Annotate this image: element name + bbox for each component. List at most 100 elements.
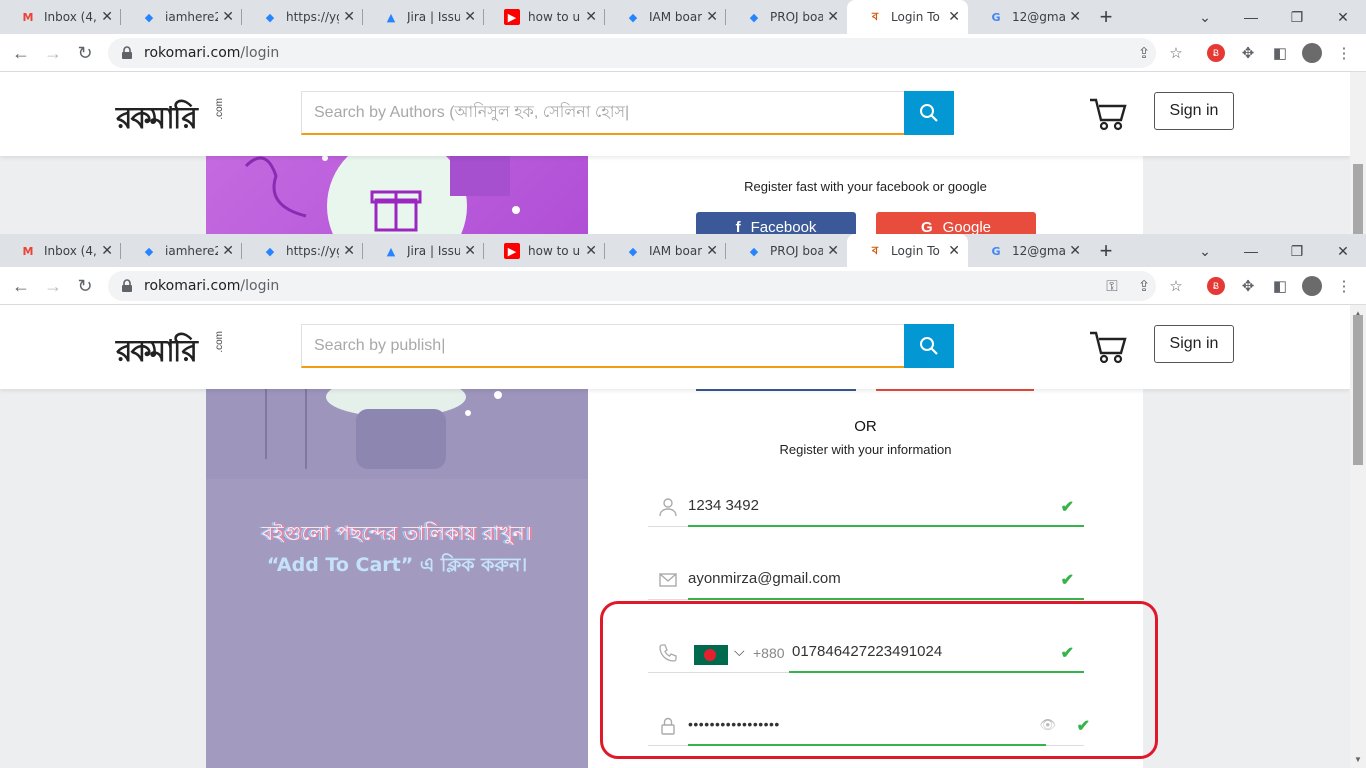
profile-avatar-2[interactable] xyxy=(1301,275,1323,297)
browser-tab[interactable]: G 12@gmail.✕ xyxy=(968,0,1089,34)
jira-icon: ◆ xyxy=(144,244,154,258)
browser-tab[interactable]: ▲ Jira | Issue✕ xyxy=(363,0,484,34)
tab-title: Jira | Issue xyxy=(407,10,461,24)
promo-illustration-2 xyxy=(206,389,588,479)
tab-close-icon[interactable]: ✕ xyxy=(464,9,476,25)
browser-tab-2[interactable]: ▲ Jira | Issue✕ xyxy=(363,234,484,268)
tab-close-icon[interactable]: ✕ xyxy=(343,243,355,259)
minimize-icon-2[interactable]: — xyxy=(1236,234,1266,268)
extension-badge-icon-2[interactable]: Ƀ xyxy=(1205,275,1227,297)
extensions-puzzle-icon-2[interactable]: ✥ xyxy=(1237,275,1259,297)
search-placeholder-2: Search by publish| xyxy=(314,336,446,354)
browser-tab-2[interactable]: ব Login To R ✕ xyxy=(847,234,968,268)
gmail-icon: M xyxy=(22,244,34,258)
back-icon[interactable]: ← xyxy=(8,40,34,66)
rokomari-logo[interactable]: রকমারি .com xyxy=(116,94,226,136)
menu-kebab-icon-2[interactable]: ⋮ xyxy=(1333,275,1355,297)
browser-tab[interactable]: ◆ IAM board ✕ xyxy=(605,0,726,34)
share-icon[interactable]: ⇪ xyxy=(1133,42,1155,64)
restore-icon[interactable]: ❐ xyxy=(1282,0,1312,34)
jira-icon: ◆ xyxy=(628,244,638,258)
tab-close-icon[interactable]: ✕ xyxy=(948,9,960,25)
email-field[interactable]: ayonmirza@gmail.com ✔ xyxy=(648,560,1084,600)
bookmark-star-icon-2[interactable]: ☆ xyxy=(1165,275,1187,297)
tab-close-icon[interactable]: ✕ xyxy=(101,9,113,25)
browser-tab-2[interactable]: ◆ IAM board ✕ xyxy=(605,234,726,268)
tab-title: Inbox (4,15 xyxy=(44,10,97,24)
url-field[interactable]: rokomari.com/login xyxy=(108,38,1156,68)
scrollbar-top[interactable] xyxy=(1350,72,1366,234)
url-field-2[interactable]: rokomari.com/login xyxy=(108,271,1156,301)
tab-close-icon[interactable]: ✕ xyxy=(343,9,355,25)
tab-close-icon[interactable]: ✕ xyxy=(827,9,839,25)
reload-icon[interactable]: ↻ xyxy=(72,40,98,66)
tab-search-icon-2[interactable]: ⌄ xyxy=(1190,234,1220,268)
search-button[interactable] xyxy=(904,91,954,135)
browser-tab-2[interactable]: ◆ iamhere23✕ xyxy=(121,234,242,268)
browser-tab[interactable]: ◆ iamhere23✕ xyxy=(121,0,242,34)
tab-close-icon[interactable]: ✕ xyxy=(222,9,234,25)
reload-icon-2[interactable]: ↻ xyxy=(72,273,98,299)
tab-close-icon[interactable]: ✕ xyxy=(585,243,597,259)
browser-tab[interactable]: ▶ how to upl ✕ xyxy=(484,0,605,34)
extension-badge-icon[interactable]: Ƀ xyxy=(1205,42,1227,64)
back-icon-2[interactable]: ← xyxy=(8,273,34,299)
tab-close-icon[interactable]: ✕ xyxy=(706,243,718,259)
menu-kebab-icon[interactable]: ⋮ xyxy=(1333,42,1355,64)
browser-tab-2[interactable]: G 12@gmail.✕ xyxy=(968,234,1089,268)
close-window-icon-2[interactable]: ✕ xyxy=(1328,234,1358,268)
share-icon-2[interactable]: ⇪ xyxy=(1133,275,1155,297)
minimize-icon[interactable]: — xyxy=(1236,0,1266,34)
close-window-icon[interactable]: ✕ xyxy=(1328,0,1358,34)
forward-icon[interactable]: → xyxy=(40,40,66,66)
tab-close-icon[interactable]: ✕ xyxy=(585,9,597,25)
browser-tab[interactable]: ব Login To R ✕ xyxy=(847,0,968,34)
tab-search-icon[interactable]: ⌄ xyxy=(1190,0,1220,34)
browser-tab-2[interactable]: ◆ PROJ boar✕ xyxy=(726,234,847,268)
browser-tab[interactable]: M Inbox (4,15 ✕ xyxy=(0,0,121,34)
search-input-2[interactable]: Search by publish| xyxy=(301,324,905,368)
cart-icon-2[interactable] xyxy=(1088,327,1128,365)
profile-avatar[interactable] xyxy=(1301,42,1323,64)
tab-close-icon[interactable]: ✕ xyxy=(464,243,476,259)
email-value: ayonmirza@gmail.com xyxy=(688,570,841,587)
side-panel-icon[interactable]: ◧ xyxy=(1269,42,1291,64)
tab-close-icon[interactable]: ✕ xyxy=(222,243,234,259)
name-field[interactable]: 1234 3492 ✔ xyxy=(648,487,1084,527)
side-panel-icon-2[interactable]: ◧ xyxy=(1269,275,1291,297)
tab-close-icon[interactable]: ✕ xyxy=(706,9,718,25)
forward-icon-2[interactable]: → xyxy=(40,273,66,299)
rokomari-logo-2[interactable]: রকমারি .com xyxy=(116,327,226,369)
restore-icon-2[interactable]: ❐ xyxy=(1282,234,1312,268)
promo-text-line2: “Add To Cart” এ ক্লিক করুন। xyxy=(266,554,528,576)
search-icon-2 xyxy=(920,337,938,355)
tab-close-icon[interactable]: ✕ xyxy=(101,243,113,259)
new-tab-icon[interactable]: + xyxy=(1089,0,1123,34)
gmail-icon: M xyxy=(22,10,34,24)
scrollbar[interactable]: ▲ ▼ xyxy=(1350,305,1366,768)
sign-in-button-2[interactable]: Sign in xyxy=(1154,325,1234,363)
sign-in-button[interactable]: Sign in xyxy=(1154,92,1234,130)
browser-tab-2[interactable]: ◆ https://ygy ✕ xyxy=(242,234,363,268)
tab-title: IAM board xyxy=(649,244,702,258)
tab-close-icon[interactable]: ✕ xyxy=(1069,9,1081,25)
search-button-2[interactable] xyxy=(904,324,954,368)
tab-title: iamhere23 xyxy=(165,10,219,24)
search-input[interactable]: Search by Authors (আনিসুল হক, সেলিনা হোস… xyxy=(301,91,905,135)
bookmark-star-icon[interactable]: ☆ xyxy=(1165,42,1187,64)
browser-tab[interactable]: ◆ https://ygy ✕ xyxy=(242,0,363,34)
atlassian-icon: ▲ xyxy=(386,10,396,24)
browser-tab[interactable]: ◆ PROJ boar✕ xyxy=(726,0,847,34)
cart-icon[interactable] xyxy=(1088,94,1128,132)
tab-close-icon[interactable]: ✕ xyxy=(827,243,839,259)
tab-close-icon[interactable]: ✕ xyxy=(948,243,960,259)
tab-close-icon[interactable]: ✕ xyxy=(1069,243,1081,259)
register-info-text: Register with your information xyxy=(779,442,952,457)
password-key-icon[interactable]: ⚿ xyxy=(1101,275,1123,297)
new-tab-icon-2[interactable]: + xyxy=(1089,234,1123,268)
browser-tab-2[interactable]: ▶ how to upl ✕ xyxy=(484,234,605,268)
tab-title: 12@gmail. xyxy=(1012,244,1066,258)
tab-title: Login To R xyxy=(891,244,944,258)
browser-tab-2[interactable]: M Inbox (4,15 ✕ xyxy=(0,234,121,268)
extensions-puzzle-icon[interactable]: ✥ xyxy=(1237,42,1259,64)
